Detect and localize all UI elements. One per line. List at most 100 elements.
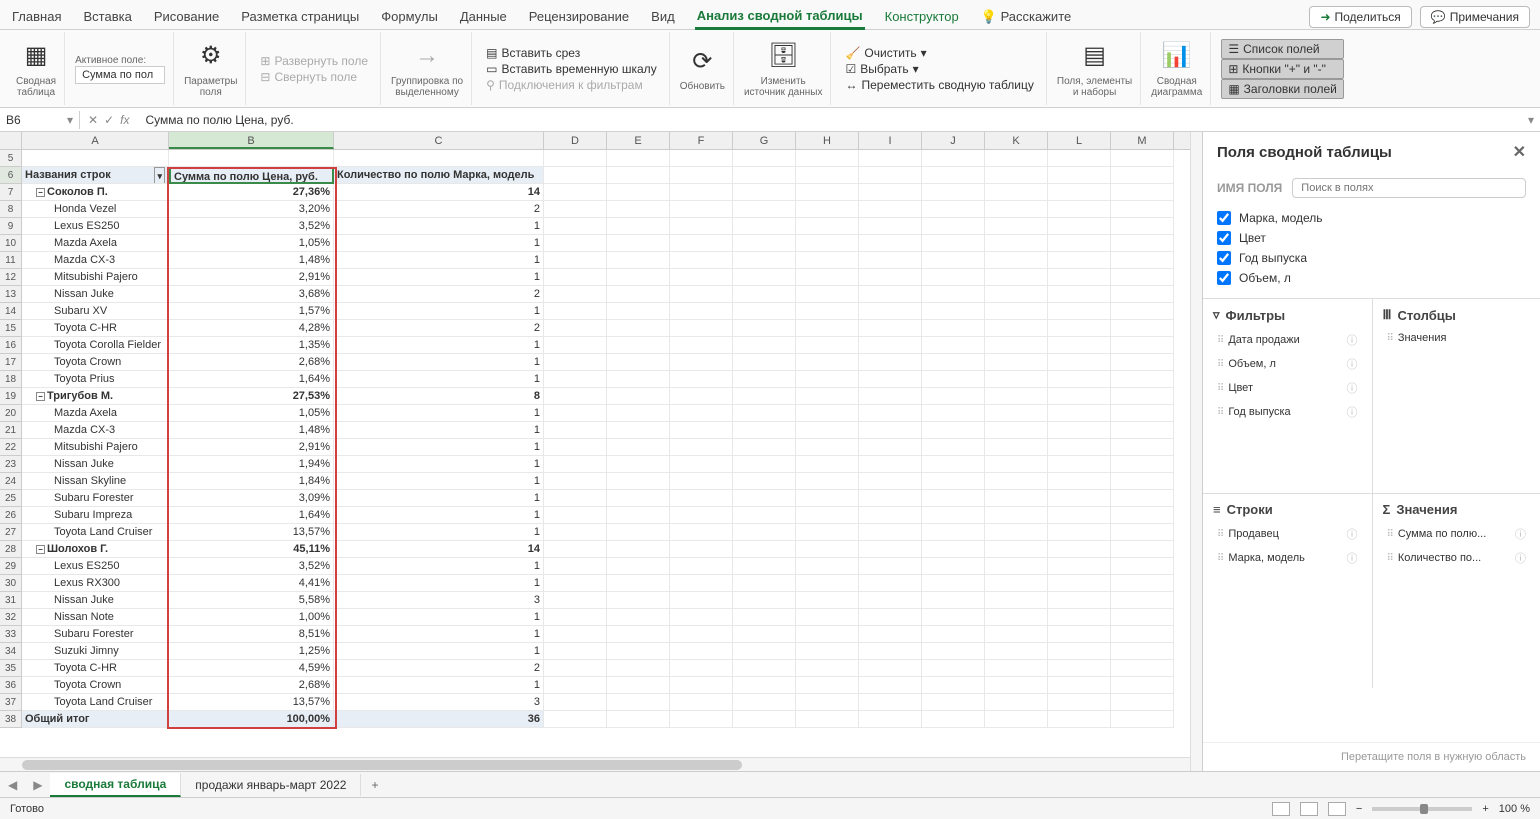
cell[interactable] <box>1111 592 1174 609</box>
view-normal-button[interactable] <box>1272 802 1290 816</box>
cell[interactable] <box>1111 490 1174 507</box>
cell[interactable] <box>859 694 922 711</box>
tab-formulas[interactable]: Формулы <box>379 5 440 28</box>
cell[interactable] <box>544 286 607 303</box>
cell[interactable]: 1,05% <box>169 405 334 422</box>
cell[interactable] <box>859 286 922 303</box>
cell[interactable]: Названия строк▾ <box>22 167 169 184</box>
cell[interactable]: Nissan Juke <box>22 592 169 609</box>
group-selection-button[interactable]: → Группировка по выделенному <box>391 40 463 98</box>
cell[interactable]: Mazda CX-3 <box>22 422 169 439</box>
cell[interactable] <box>922 473 985 490</box>
cell[interactable] <box>922 711 985 728</box>
cell[interactable] <box>1048 405 1111 422</box>
col-header-C[interactable]: C <box>334 132 544 149</box>
cell[interactable] <box>607 184 670 201</box>
cell[interactable] <box>733 558 796 575</box>
cell[interactable] <box>922 150 985 167</box>
filter-pill[interactable]: ⠿Дата продажиⓘ <box>1213 329 1362 351</box>
cell[interactable] <box>1111 354 1174 371</box>
sheet-tab[interactable]: продажи январь-март 2022 <box>181 774 361 796</box>
filter-pill[interactable]: ⠿Год выпускаⓘ <box>1213 401 1362 423</box>
cell[interactable] <box>607 609 670 626</box>
cell[interactable] <box>733 490 796 507</box>
cell[interactable]: 100,00% <box>169 711 334 728</box>
cell[interactable]: 1,05% <box>169 235 334 252</box>
cell[interactable] <box>859 711 922 728</box>
cell[interactable]: Subaru Forester <box>22 626 169 643</box>
cell[interactable] <box>733 269 796 286</box>
cell[interactable] <box>733 473 796 490</box>
cell[interactable] <box>796 167 859 184</box>
cell[interactable] <box>859 252 922 269</box>
cell[interactable] <box>1048 694 1111 711</box>
cell[interactable]: 3,09% <box>169 490 334 507</box>
row-header[interactable]: 37 <box>0 694 22 711</box>
cell[interactable] <box>1111 235 1174 252</box>
cell[interactable] <box>796 507 859 524</box>
cell[interactable] <box>670 337 733 354</box>
cell[interactable] <box>922 218 985 235</box>
cell[interactable] <box>670 320 733 337</box>
info-icon[interactable]: ⓘ <box>1347 380 1358 396</box>
cell[interactable]: 14 <box>334 184 544 201</box>
cell[interactable]: 1 <box>334 524 544 541</box>
row-header[interactable]: 20 <box>0 405 22 422</box>
cell[interactable] <box>796 235 859 252</box>
cell[interactable] <box>733 660 796 677</box>
selected-cell[interactable]: Сумма по полю Цена, руб. <box>169 167 334 184</box>
row-header[interactable]: 13 <box>0 286 22 303</box>
cell[interactable] <box>796 320 859 337</box>
cell[interactable] <box>733 524 796 541</box>
col-header-J[interactable]: J <box>922 132 985 149</box>
cell[interactable] <box>334 150 544 167</box>
info-icon[interactable]: ⓘ <box>1347 526 1358 542</box>
cell[interactable] <box>796 592 859 609</box>
cell[interactable] <box>1048 320 1111 337</box>
cell[interactable] <box>544 541 607 558</box>
cell[interactable] <box>1111 473 1174 490</box>
cell[interactable] <box>544 439 607 456</box>
cell[interactable] <box>670 609 733 626</box>
cancel-formula-icon[interactable]: ✕ <box>88 113 98 127</box>
cell[interactable]: Toyota Crown <box>22 354 169 371</box>
cell[interactable]: 2 <box>334 320 544 337</box>
cell[interactable] <box>670 456 733 473</box>
cell[interactable] <box>607 660 670 677</box>
cell[interactable] <box>1048 660 1111 677</box>
cell[interactable]: 3,52% <box>169 558 334 575</box>
row-pill[interactable]: ⠿Продавецⓘ <box>1213 523 1362 545</box>
active-field-input[interactable]: Сумма по пол <box>75 66 165 84</box>
cell[interactable]: 4,28% <box>169 320 334 337</box>
cell[interactable] <box>1111 507 1174 524</box>
cell[interactable]: 1 <box>334 371 544 388</box>
row-header[interactable]: 38 <box>0 711 22 728</box>
row-header[interactable]: 10 <box>0 235 22 252</box>
cell[interactable] <box>733 201 796 218</box>
col-header-D[interactable]: D <box>544 132 607 149</box>
cell[interactable] <box>607 694 670 711</box>
filter-pill[interactable]: ⠿Объем, лⓘ <box>1213 353 1362 375</box>
cell[interactable] <box>859 354 922 371</box>
cell[interactable]: 1 <box>334 269 544 286</box>
cell[interactable] <box>859 320 922 337</box>
row-header[interactable]: 6 <box>0 167 22 184</box>
col-header-M[interactable]: M <box>1111 132 1174 149</box>
cell[interactable]: 2 <box>334 201 544 218</box>
cell[interactable]: Nissan Juke <box>22 456 169 473</box>
cell[interactable]: Mitsubishi Pajero <box>22 439 169 456</box>
cell[interactable] <box>796 643 859 660</box>
cell[interactable] <box>733 252 796 269</box>
cell[interactable] <box>169 150 334 167</box>
cell[interactable] <box>922 694 985 711</box>
cell[interactable] <box>859 660 922 677</box>
cell[interactable] <box>985 354 1048 371</box>
cell[interactable] <box>922 337 985 354</box>
cell[interactable] <box>607 405 670 422</box>
cell[interactable] <box>1111 303 1174 320</box>
cell[interactable] <box>607 337 670 354</box>
cell[interactable] <box>922 677 985 694</box>
cell[interactable] <box>607 558 670 575</box>
cell[interactable]: 2,91% <box>169 269 334 286</box>
cell[interactable] <box>922 405 985 422</box>
